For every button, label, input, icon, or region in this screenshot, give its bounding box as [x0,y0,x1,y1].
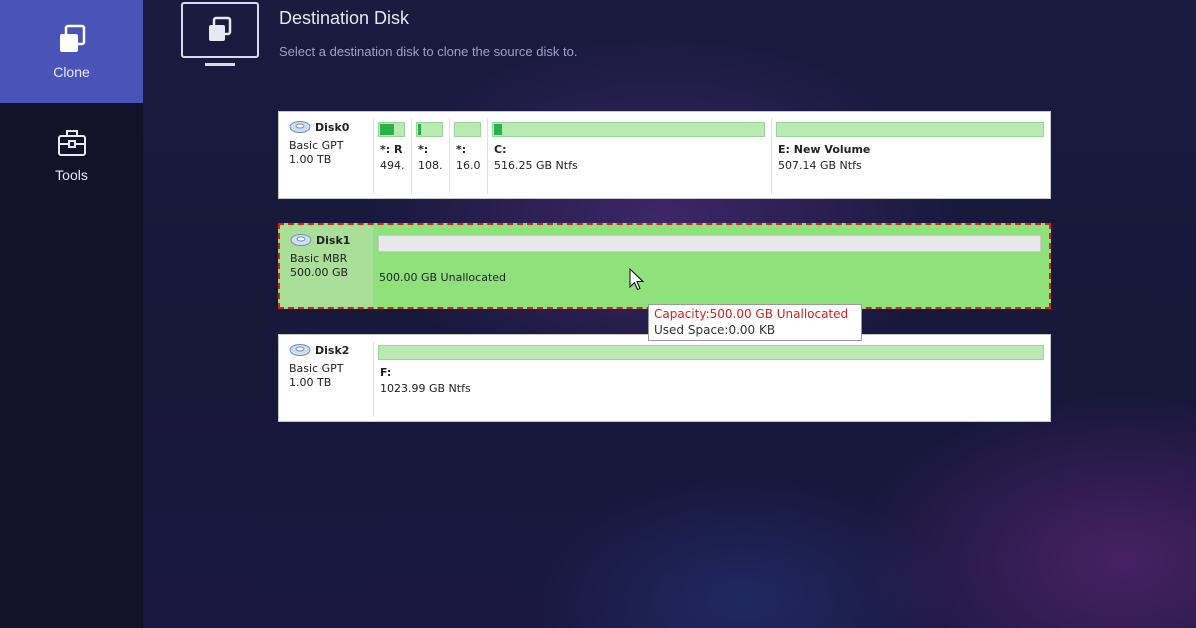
disk-info: Disk0 Basic GPT 1.00 TB [279,112,372,198]
disk-type: Basic MBR [290,252,348,265]
partition-label: F: [380,366,392,379]
disk-card-disk1[interactable]: Disk1 Basic MBR 500.00 GB 500.00 GB Unal… [278,223,1051,309]
unallocated-label: 500.00 GB Unallocated [379,271,507,284]
sidebar: Clone Tools [0,0,143,628]
partition-e[interactable]: E: New Volume 507.14 GB Ntfs [771,118,1048,194]
disk-card-disk2[interactable]: Disk2 Basic GPT 1.00 TB F: 1023.99 GB Nt… [278,334,1051,422]
partition-label: C: [494,143,507,156]
disk-name: Disk1 [316,233,351,247]
disk-type: Basic GPT [289,139,344,152]
nav-item-label: Tools [55,166,88,183]
toolbox-icon [57,129,86,156]
nav-item-clone[interactable]: Clone [0,0,143,103]
partition-3[interactable]: *: 16.0 [449,118,485,194]
disk-tooltip: Capacity:500.00 GB Unallocated Used Spac… [648,304,862,341]
partition-size: 516.25 GB Ntfs [494,159,578,172]
disk-size: 1.00 TB [289,376,332,389]
partition-label: E: New Volume [778,143,871,156]
partition-size: 16.0 [456,159,481,172]
tooltip-capacity: Capacity:500.00 GB Unallocated [654,307,849,321]
partition-r[interactable]: *: R 494. [373,118,409,194]
disk-size: 500.00 GB [290,266,349,279]
partition-size: 507.14 GB Ntfs [778,159,862,172]
disk-type: Basic GPT [289,362,344,375]
partition-size: 108. [418,159,443,172]
tooltip-used-space: Used Space:0.00 KB [654,323,776,337]
disk-icon [289,121,311,133]
partition-label: *: R [380,143,403,156]
disk-card-disk0[interactable]: Disk0 Basic GPT 1.00 TB *: R 494. *: 108… [278,111,1051,199]
nav-item-label: Clone [53,63,90,80]
disk-size: 1.00 TB [289,153,332,166]
partition-label: *: [456,143,467,156]
partition-size: 494. [380,159,405,172]
clone-icon [59,24,85,52]
disk-info: Disk1 Basic MBR 500.00 GB [280,225,373,307]
partition-label: *: [418,143,429,156]
disk-name: Disk2 [315,343,350,357]
mouse-cursor-icon [629,268,645,291]
partition-size: 1023.99 GB Ntfs [380,382,471,395]
partition-f[interactable]: F: 1023.99 GB Ntfs [373,341,1048,417]
partition-c[interactable]: C: 516.25 GB Ntfs [487,118,769,194]
partition-2[interactable]: *: 108. [411,118,447,194]
monitor-stand [205,63,235,66]
disk-icon [290,234,312,246]
page-subtitle: Select a destination disk to clone the s… [279,44,578,59]
nav-item-tools[interactable]: Tools [0,103,143,206]
disk-info: Disk2 Basic GPT 1.00 TB [279,335,372,421]
disk-name: Disk0 [315,120,350,134]
monitor-clone-icon [181,2,259,58]
page-title: Destination Disk [279,8,410,28]
disk-icon [289,344,311,356]
unallocated-bar [378,235,1041,252]
